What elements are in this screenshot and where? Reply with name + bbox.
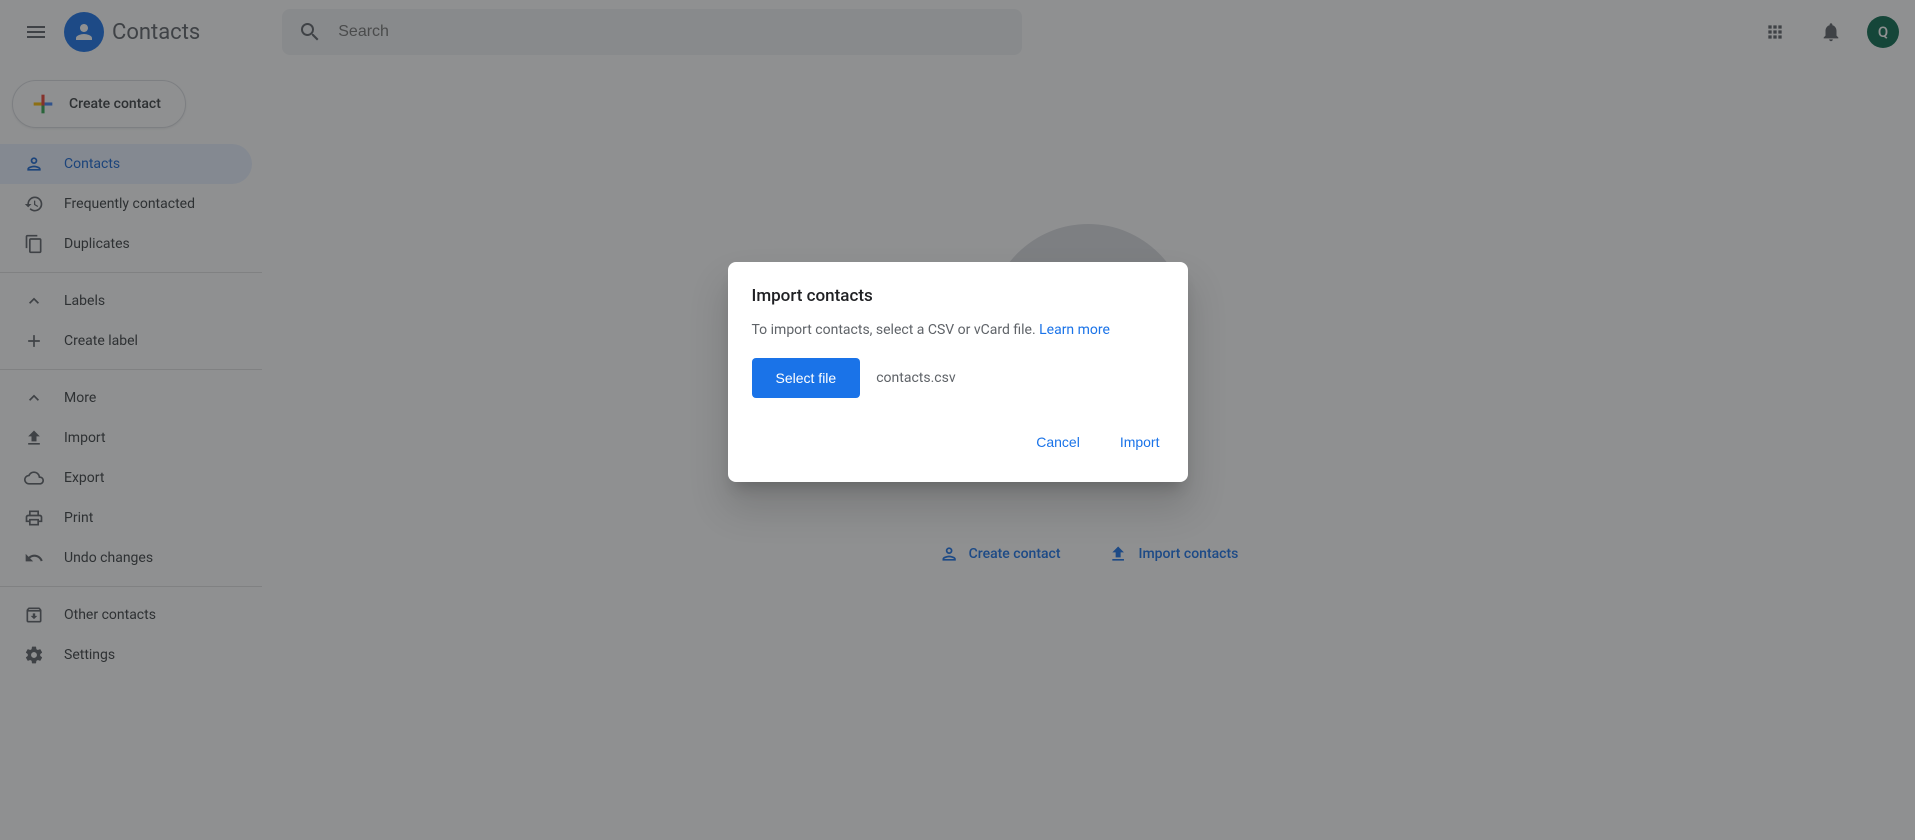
import-button[interactable]: Import — [1116, 426, 1164, 458]
learn-more-link[interactable]: Learn more — [1039, 322, 1110, 338]
selected-filename: contacts.csv — [876, 370, 955, 386]
cancel-button[interactable]: Cancel — [1032, 426, 1084, 458]
select-file-button[interactable]: Select file — [752, 358, 861, 398]
dialog-title: Import contacts — [752, 286, 1164, 306]
dialog-body: To import contacts, select a CSV or vCar… — [752, 322, 1164, 338]
dialog-actions: Cancel Import — [752, 426, 1164, 458]
import-contacts-dialog: Import contacts To import contacts, sele… — [728, 262, 1188, 482]
dialog-body-text: To import contacts, select a CSV or vCar… — [752, 322, 1040, 338]
file-row: Select file contacts.csv — [752, 358, 1164, 398]
